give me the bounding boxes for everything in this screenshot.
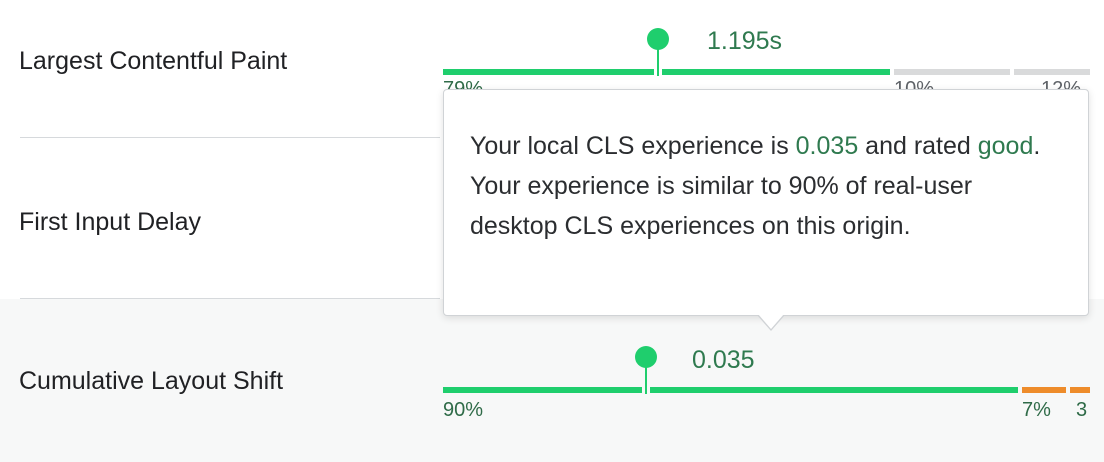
distribution-bar-ni-lcp — [894, 69, 1010, 75]
distribution-bar-good-lcp — [443, 69, 890, 75]
local-value-marker-lcp — [647, 28, 669, 50]
percent-ni-cls: 7% — [1022, 399, 1051, 421]
tooltip-arrow-fill — [758, 314, 784, 329]
local-value-marker-cls[interactable] — [635, 346, 657, 368]
marker-stem — [645, 366, 647, 394]
percent-good-cls: 90% — [443, 399, 484, 421]
metric-name-lcp: Largest Contentful Paint — [19, 47, 288, 75]
percent-poor-cls: 3 — [1076, 399, 1088, 421]
distribution-bar-ni-cls — [1022, 387, 1066, 393]
tooltip-text: Your local CLS experience is — [470, 132, 796, 160]
metric-name-cls: Cumulative Layout Shift — [19, 367, 284, 395]
tooltip-rating: good — [977, 132, 1034, 160]
cls-tooltip: Your local CLS experience is 0.035 and r… — [443, 89, 1089, 316]
distribution-bar-poor-lcp — [1014, 69, 1090, 75]
distribution-bar-poor-cls — [1070, 387, 1090, 393]
distribution-bar-good-cls — [443, 387, 1018, 393]
metric-name-fid: First Input Delay — [19, 208, 202, 236]
tooltip-value: 0.035 — [795, 132, 859, 160]
marker-stem — [657, 48, 659, 76]
metric-value-cls: 0.035 — [692, 346, 755, 374]
metric-value-lcp: 1.195s — [707, 27, 783, 55]
metric-row-cls: Cumulative Layout Shift 0.035 90% 7% 3 — [0, 299, 1104, 462]
tooltip-text: and rated — [858, 132, 978, 160]
